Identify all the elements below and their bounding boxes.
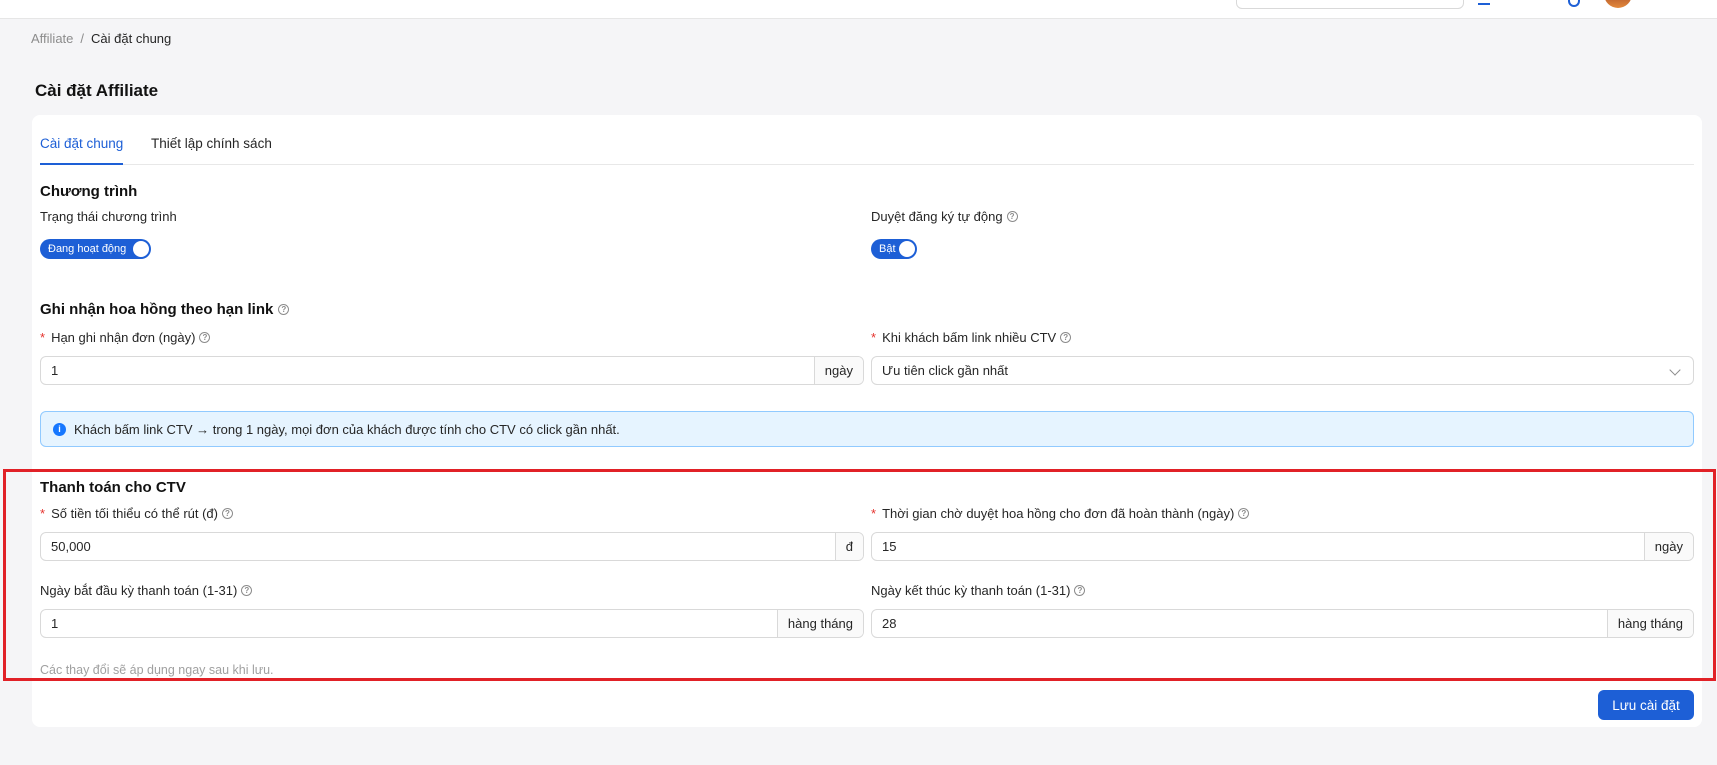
breadcrumb-separator: / — [80, 31, 85, 46]
help-icon[interactable]: ? — [241, 585, 253, 596]
help-icon[interactable]: ? — [222, 508, 233, 519]
period-start-label: Ngày bắt đầu kỳ thanh toán (1-31) ? — [40, 583, 253, 598]
toggle-knob — [899, 241, 915, 257]
commission-window-unit: ngày — [813, 357, 863, 384]
program-status-label: Trạng thái chương trình — [40, 209, 177, 224]
tab-general-settings[interactable]: Cài đặt chung — [40, 136, 124, 165]
approval-wait-label-text: Thời gian chờ duyệt hoa hồng cho đơn đã … — [882, 506, 1235, 521]
menu-icon[interactable] — [1478, 0, 1490, 5]
approval-wait-label: * Thời gian chờ duyệt hoa hồng cho đơn đ… — [871, 506, 1250, 521]
help-icon[interactable]: ? — [1060, 332, 1072, 343]
search-input[interactable] — [1236, 0, 1464, 9]
chevron-down-icon — [1669, 364, 1681, 376]
active-tab-indicator — [40, 163, 123, 165]
tab-policy-setup[interactable]: Thiết lập chính sách — [151, 136, 272, 151]
min-withdraw-label: * Số tiền tối thiểu có thể rút (đ) ? — [40, 506, 233, 521]
toggle-label: Bật — [879, 243, 896, 255]
multi-click-label: * Khi khách bấm link nhiều CTV ? — [871, 330, 1072, 345]
commission-window-label-text: Hạn ghi nhận đơn (ngày) — [51, 330, 196, 345]
page-title: Cài đặt Affiliate — [35, 81, 159, 100]
required-marker: * — [871, 330, 877, 345]
help-icon[interactable]: ? — [278, 304, 290, 315]
required-marker: * — [40, 330, 46, 345]
auto-approve-toggle[interactable]: Bật — [871, 239, 917, 259]
help-icon[interactable]: ? — [1238, 508, 1250, 519]
multi-click-selected-value: Ưu tiên click gần nhất — [882, 363, 1009, 378]
min-withdraw-label-text: Số tiền tối thiểu có thể rút (đ) — [51, 506, 218, 521]
commission-window-label: * Hạn ghi nhận đơn (ngày) ? — [40, 330, 211, 345]
payment-section-title: Thanh toán cho CTV — [40, 479, 186, 496]
commission-section-title: Ghi nhận hoa hồng theo hạn link ? — [40, 301, 290, 318]
avatar[interactable] — [1604, 0, 1632, 8]
toggle-knob — [133, 241, 149, 257]
commission-section-title-text: Ghi nhận hoa hồng theo hạn link — [40, 301, 274, 318]
top-bar — [0, 0, 1717, 19]
period-start-unit: hàng tháng — [776, 610, 863, 637]
min-withdraw-input[interactable] — [41, 533, 835, 560]
multi-click-label-text: Khi khách bấm link nhiều CTV — [882, 330, 1057, 345]
period-start-label-text: Ngày bắt đầu kỳ thanh toán (1-31) — [40, 583, 238, 598]
help-icon[interactable]: ? — [1074, 585, 1086, 596]
program-section-title: Chương trình — [40, 183, 138, 200]
auto-approve-label: Duyệt đăng ký tự động ? — [871, 209, 1018, 224]
commission-info-text: Khách bấm link CTV → trong 1 ngày, mọi đ… — [74, 421, 620, 437]
auto-approve-label-text: Duyệt đăng ký tự động — [871, 209, 1003, 224]
toggle-label: Đang hoạt động — [48, 243, 127, 255]
period-end-label-text: Ngày kết thúc kỳ thanh toán (1-31) — [871, 583, 1071, 598]
tab-bar: Cài đặt chung Thiết lập chính sách — [40, 127, 1694, 165]
program-status-toggle[interactable]: Đang hoạt động — [40, 239, 151, 259]
required-marker: * — [871, 506, 877, 521]
period-start-field: hàng tháng — [40, 609, 864, 638]
period-start-input[interactable] — [41, 610, 777, 637]
notification-icon[interactable] — [1568, 0, 1580, 7]
required-marker: * — [40, 506, 46, 521]
settings-card: Cài đặt chung Thiết lập chính sách Chươn… — [32, 115, 1702, 727]
breadcrumb-current: Cài đặt chung — [91, 31, 172, 46]
multi-click-select[interactable]: Ưu tiên click gần nhất — [871, 356, 1694, 385]
commission-window-field: ngày — [40, 356, 864, 385]
period-end-label: Ngày kết thúc kỳ thanh toán (1-31) ? — [871, 583, 1086, 598]
help-icon[interactable]: ? — [1006, 211, 1018, 222]
approval-wait-unit: ngày — [1643, 533, 1693, 560]
period-end-input[interactable] — [872, 610, 1607, 637]
save-settings-button[interactable]: Lưu cài đặt — [1598, 690, 1694, 720]
period-end-unit: hàng tháng — [1606, 610, 1693, 637]
min-withdraw-unit: đ — [834, 533, 863, 560]
tab-label: Cài đặt chung — [40, 136, 124, 151]
breadcrumb: Affiliate / Cài đặt chung — [31, 31, 171, 46]
commission-window-input[interactable] — [41, 357, 814, 384]
help-icon[interactable]: ? — [199, 332, 211, 343]
approval-wait-field: ngày — [871, 532, 1694, 561]
period-end-field: hàng tháng — [871, 609, 1694, 638]
min-withdraw-field: đ — [40, 532, 864, 561]
tab-label: Thiết lập chính sách — [151, 136, 272, 151]
approval-wait-input[interactable] — [872, 533, 1644, 560]
commission-info-alert: i Khách bấm link CTV → trong 1 ngày, mọi… — [40, 411, 1694, 447]
program-status-label-text: Trạng thái chương trình — [40, 209, 177, 224]
info-icon: i — [53, 422, 66, 436]
breadcrumb-root-link[interactable]: Affiliate — [31, 31, 73, 46]
apply-changes-note: Các thay đổi sẽ áp dụng ngay sau khi lưu… — [40, 663, 274, 677]
